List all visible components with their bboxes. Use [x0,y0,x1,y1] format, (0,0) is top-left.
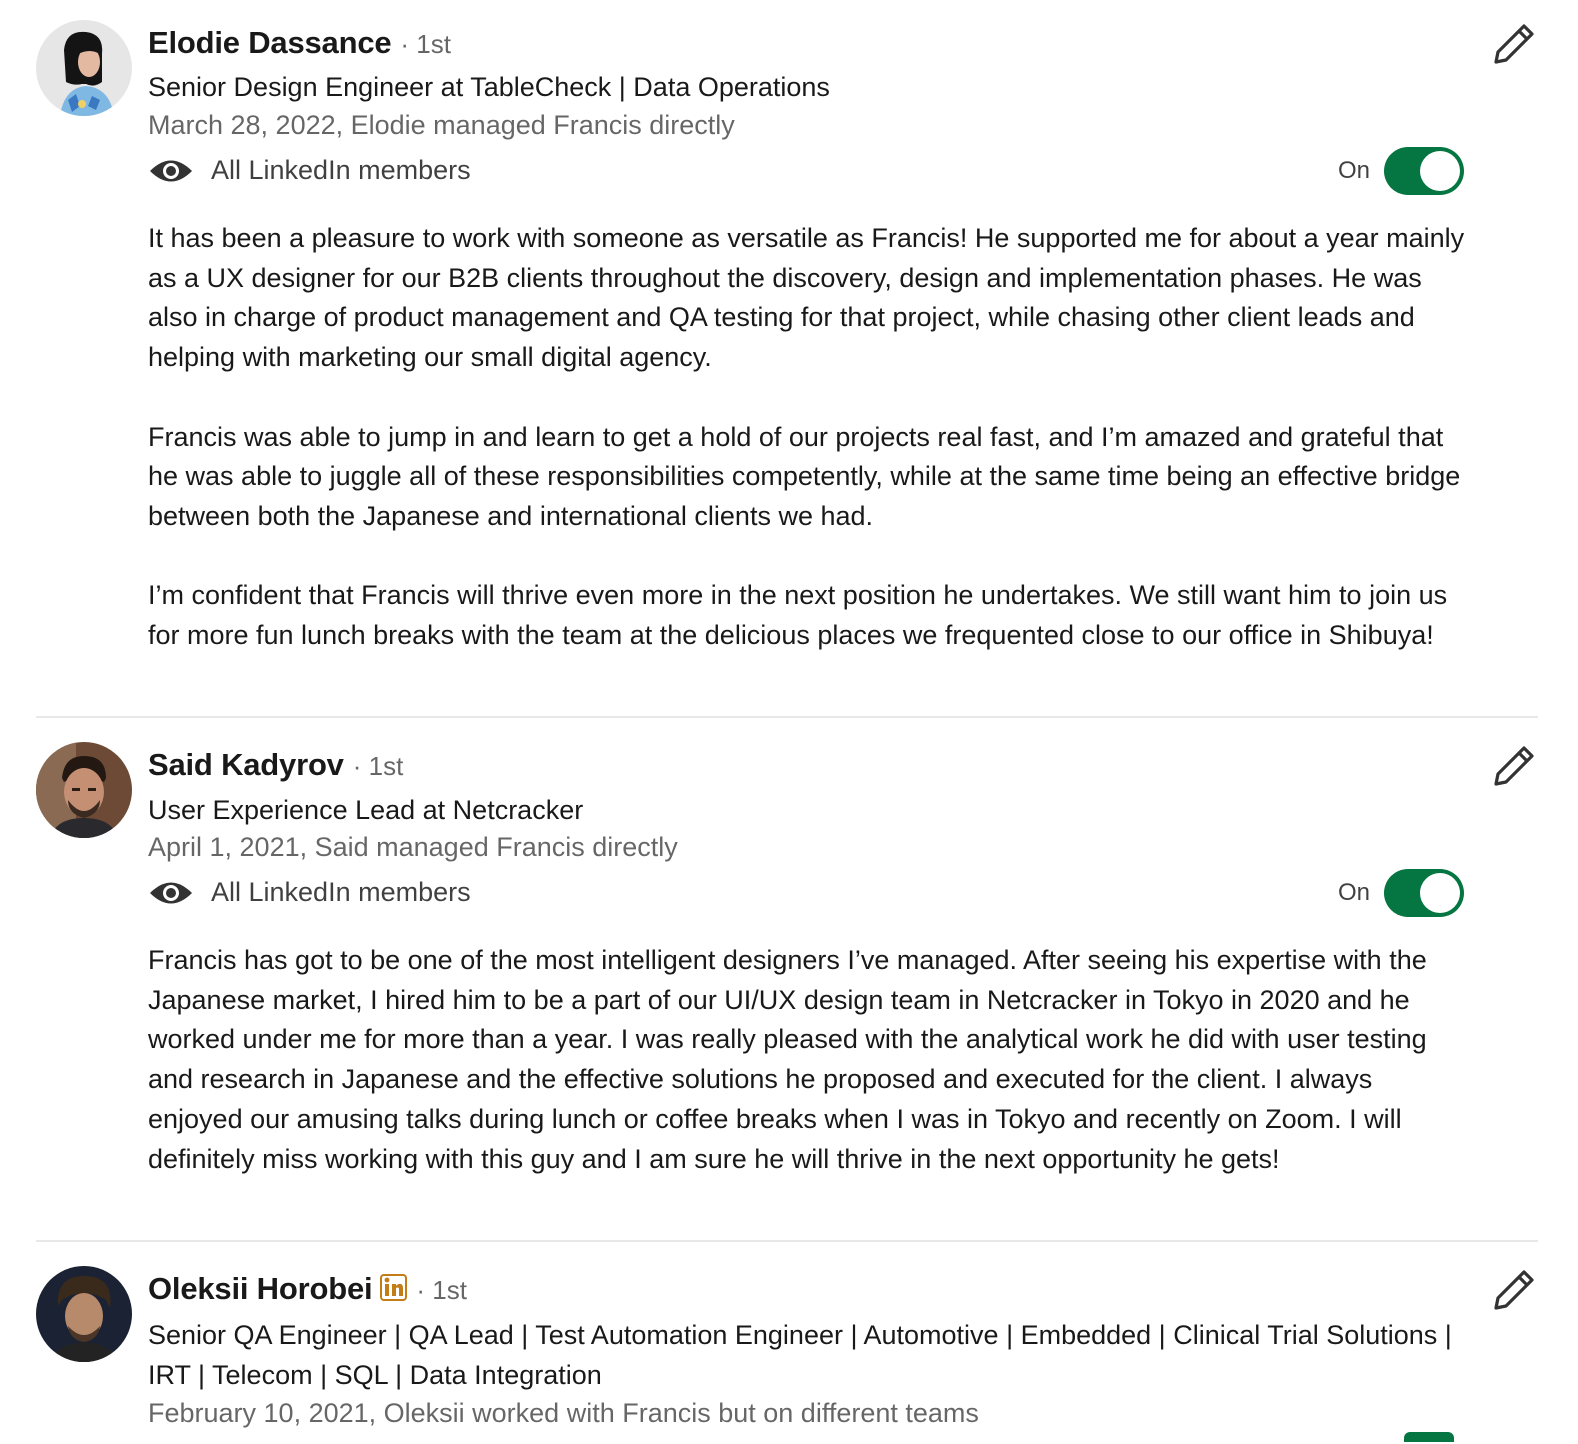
name-line: Said Kadyrov · 1st [148,747,403,783]
recommender-name[interactable]: Elodie Dassance [148,25,392,61]
visibility-toggle-group: On [1338,147,1465,195]
name-line: Oleksii Horobei · 1st [148,1271,467,1307]
recommendation-meta: February 10, 2021, Oleksii worked with F… [148,1398,979,1428]
toggle-state-label: On [1338,157,1371,184]
connection-degree: · 1st [416,1275,467,1305]
recommender-headline: Senior QA Engineer | QA Lead | Test Auto… [148,1320,1452,1390]
recommendation-paragraph: Francis was able to jump in and learn to… [148,421,1461,531]
recommendation-text: Francis has got to be one of the most in… [148,941,1468,1179]
avatar[interactable] [36,20,132,116]
eye-icon [150,882,192,903]
connection-degree: · 1st [352,751,404,781]
recommender-headline: Senior Design Engineer at TableCheck | D… [148,72,830,102]
visibility-toggle[interactable] [1384,147,1465,195]
connection-degree: · 1st [400,29,451,59]
avatar[interactable] [36,1266,132,1362]
recommendations-list: Elodie Dassance · 1st Senior Design Engi… [0,0,1578,1444]
recommendation-meta: March 28, 2022, Elodie managed Francis d… [148,110,735,140]
avatar[interactable] [36,742,132,838]
pencil-icon[interactable] [1492,1268,1536,1312]
toggle-knob [1420,873,1461,913]
visibility-label: All LinkedIn members [211,877,471,907]
toggle-knob [1420,151,1461,191]
visibility-row: All LinkedIn members [148,155,471,186]
divider [36,1240,1538,1242]
recommendation-paragraph: It has been a pleasure to work with some… [148,223,1465,373]
name-line: Elodie Dassance · 1st [148,25,451,61]
visibility-toggle-group: On [1338,869,1465,917]
recommender-headline: User Experience Lead at Netcracker [148,795,584,825]
toggle-state-label: On [1338,879,1371,906]
recommender-name[interactable]: Said Kadyrov [148,747,344,783]
visibility-label: All LinkedIn members [211,155,471,185]
recommendation-paragraph: I’m confident that Francis will thrive e… [148,580,1448,650]
recommendation-text: It has been a pleasure to work with some… [148,219,1468,656]
visibility-toggle[interactable] [1404,1432,1454,1442]
pencil-icon[interactable] [1492,744,1536,788]
pencil-icon[interactable] [1492,22,1536,66]
divider [36,716,1538,718]
visibility-toggle[interactable] [1384,869,1465,917]
visibility-row: All LinkedIn members [148,877,471,908]
linkedin-icon [380,1274,408,1301]
eye-icon [150,160,192,181]
recommender-name[interactable]: Oleksii Horobei [148,1271,373,1307]
recommendation-paragraph: Francis has got to be one of the most in… [148,945,1427,1174]
recommendation-meta: April 1, 2021, Said managed Francis dire… [148,832,678,862]
